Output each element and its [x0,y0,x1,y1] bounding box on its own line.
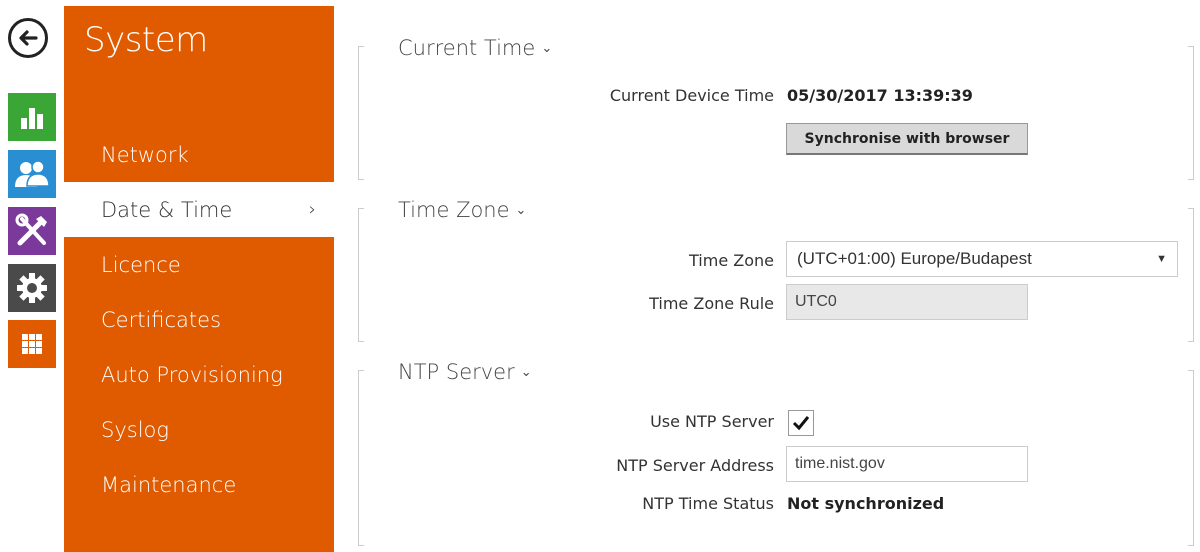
time-zone-rule-field: UTC0 [786,284,1028,320]
users-icon[interactable] [8,150,56,198]
use-ntp-server-label: Use NTP Server [650,412,774,431]
ntp-time-status-value: Not synchronized [787,494,945,513]
section-bracket [1188,46,1194,180]
sidebar-item-maintenance[interactable]: Maintenance [64,457,334,512]
sidebar-item-label: Certificates [101,307,222,332]
section-bracket [358,208,364,342]
section-bracket [1188,208,1194,342]
chevron-down-icon: ⌄ [515,203,527,218]
sidebar-item-label: Network [101,142,189,167]
current-device-time-label: Current Device Time [609,86,774,105]
icon-rail [0,0,64,552]
chevron-down-icon: ⌄ [520,365,532,380]
current-time-title[interactable]: Current Time ⌄ [398,36,552,60]
bar-chart-icon[interactable] [8,93,56,141]
chevron-down-icon: ⌄ [541,41,553,56]
chevron-right-icon: › [308,199,316,220]
time-zone-selected-value: (UTC+01:00) Europe/Budapest [797,249,1032,268]
sidebar-item-certificates[interactable]: Certificates [64,292,334,347]
tools-icon[interactable] [8,207,56,255]
current-device-time-value: 05/30/2017 13:39:39 [787,86,973,105]
time-zone-section: Time Zone ⌄ Time Zone (UTC+01:00) Europe/… [358,198,1194,342]
ntp-server-address-label: NTP Server Address [616,456,774,475]
ntp-server-address-input[interactable]: time.nist.gov [786,446,1028,482]
sidebar: System Network Date & Time › Licence Cert… [64,6,334,552]
sidebar-item-label: Auto Provisioning [101,362,283,387]
grid-icon[interactable] [8,320,56,368]
section-title-text: NTP Server [398,360,515,384]
sidebar-item-licence[interactable]: Licence [64,237,334,292]
sidebar-item-auto-provisioning[interactable]: Auto Provisioning [64,347,334,402]
time-zone-label: Time Zone [689,251,774,270]
section-bracket [358,46,364,180]
time-zone-title[interactable]: Time Zone ⌄ [398,198,526,222]
sidebar-item-label: Syslog [101,417,169,442]
dropdown-arrow-icon: ▼ [1156,253,1167,265]
use-ntp-server-checkbox[interactable] [788,410,814,436]
sidebar-nav: Network Date & Time › Licence Certificate… [64,127,334,512]
sidebar-item-label: Date & Time [101,197,233,222]
current-time-section: Current Time ⌄ Current Device Time 05/30/… [358,36,1194,180]
section-title-text: Time Zone [398,198,510,222]
sidebar-item-date-time[interactable]: Date & Time › [64,182,334,237]
sidebar-item-syslog[interactable]: Syslog [64,402,334,457]
sidebar-title: System [84,20,208,60]
ntp-server-section: NTP Server ⌄ Use NTP Server NTP Server Ad… [358,360,1194,546]
sidebar-item-label: Maintenance [101,472,237,497]
synchronise-button[interactable]: Synchronise with browser [786,123,1028,155]
section-bracket [1188,370,1194,546]
checkmark-icon [792,416,810,431]
section-title-text: Current Time [398,36,536,60]
back-arrow-icon[interactable] [8,18,48,58]
ntp-server-title[interactable]: NTP Server ⌄ [398,360,532,384]
sidebar-item-label: Licence [101,252,181,277]
sidebar-item-network[interactable]: Network [64,127,334,182]
ntp-time-status-label: NTP Time Status [642,494,774,513]
time-zone-rule-label: Time Zone Rule [649,294,774,313]
gear-icon[interactable] [8,264,56,312]
time-zone-select[interactable]: (UTC+01:00) Europe/Budapest ▼ [786,241,1178,277]
